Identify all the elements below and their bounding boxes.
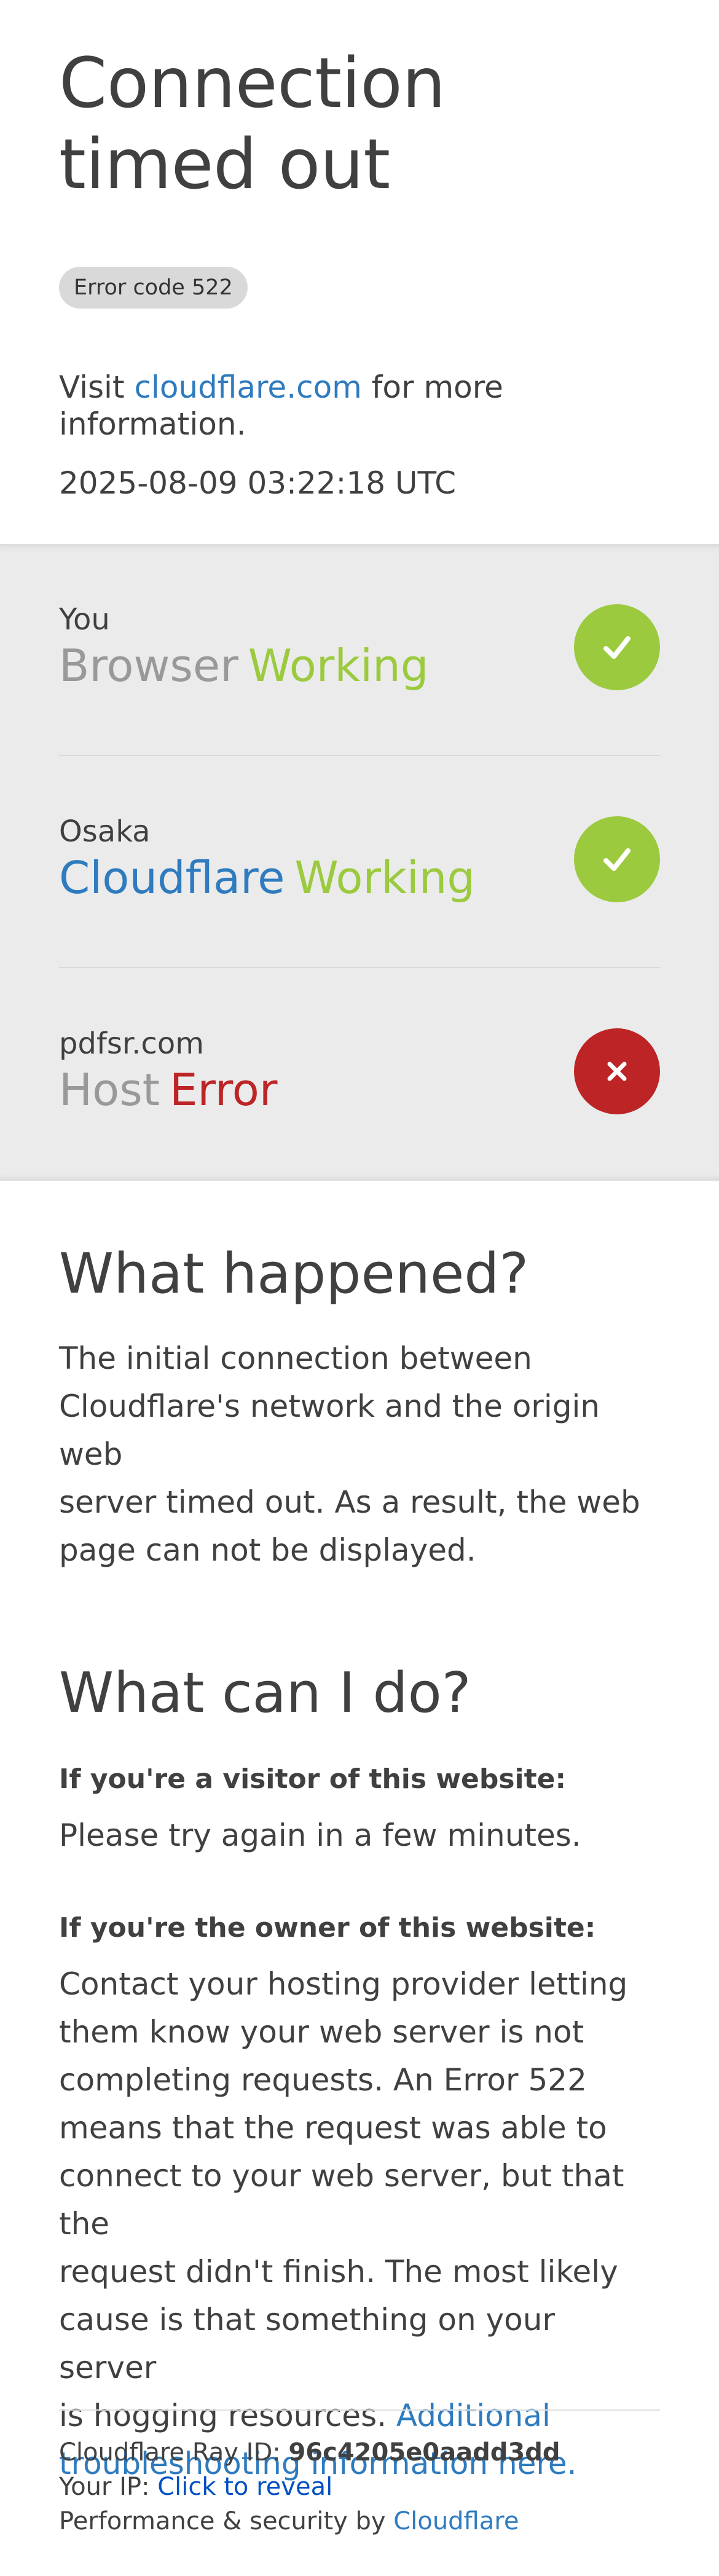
check-icon [574,604,660,690]
ray-id-label: Cloudflare Ray ID: [59,2438,289,2467]
ip-label: Your IP: [59,2473,158,2501]
owner-heading: If you're the owner of this website: [59,1912,596,1944]
main-content: What happened? The initial connection be… [0,1181,719,2487]
status-name: Host [59,1064,160,1116]
status-line: Host Error [59,1063,277,1116]
status-name: Cloudflare [59,852,285,904]
text-line: server timed out. As a result, the web [59,1484,640,1520]
footer: Cloudflare Ray ID: 96c4205e0aadd3dd Your… [59,2409,660,2539]
header-section: Connection timed out Error code 522 Visi… [0,0,719,544]
visitor-text: Please try again in a few minutes. [59,1818,581,1853]
text-line: connect to your web server, but that the [59,2158,624,2242]
text-line: page can not be displayed. [59,1532,476,1568]
status-band: You Browser Working Osaka Cloudflare Worki… [0,544,719,1181]
error-code-badge: Error code 522 [59,267,248,309]
text-line: request didn't finish. The most likely [59,2254,618,2290]
text-line: The initial connection between [59,1341,532,1376]
title-line-2: timed out [59,125,390,205]
status-location: Osaka [59,814,151,849]
reveal-ip-button[interactable]: Click to reveal [157,2473,332,2501]
visitor-heading: If you're a visitor of this website: [59,1763,567,1795]
performance-label: Performance & security by [59,2507,394,2535]
status-name: Browser [59,640,238,691]
text-line: them know your web server is not [59,2014,584,2050]
ray-id-row: Cloudflare Ray ID: 96c4205e0aadd3dd [59,2435,660,2470]
status-location: You [59,602,110,637]
status-state: Working [294,852,476,904]
page-title: Connection timed out [59,43,660,205]
visit-text: Visit cloudflare.com for more informatio… [59,369,660,443]
ip-row: Your IP: Click to reveal [59,2470,660,2504]
status-item-browser: You Browser Working [59,544,660,756]
x-icon [574,1028,660,1114]
what-can-i-do-heading: What can I do? [59,1661,471,1725]
status-state: Working [248,640,429,691]
visit-suffix-2: information. [59,406,246,442]
status-state: Error [169,1064,278,1116]
text-line: Contact your hosting provider letting [59,1966,628,2002]
cloudflare-footer-link[interactable]: Cloudflare [393,2507,519,2535]
status-line: Browser Working [59,639,428,692]
text-line: completing requests. An Error 522 [59,2062,587,2098]
what-happened-text: The initial connection between Cloudflar… [59,1334,660,1574]
status-line: Cloudflare Working [59,851,475,904]
text-line: means that the request was able to [59,2110,607,2146]
check-icon [574,816,660,902]
text-line: cause is that something on your server [59,2302,556,2385]
text-line: Cloudflare's network and the origin web [59,1388,600,1472]
visit-suffix: for more [361,369,503,405]
status-location: pdfsr.com [59,1026,204,1061]
status-item-cloudflare: Osaka Cloudflare Working [59,756,660,968]
status-item-host: pdfsr.com Host Error [59,968,660,1180]
timestamp: 2025-08-09 03:22:18 UTC [59,465,457,501]
owner-text: Contact your hosting provider letting th… [59,1960,660,2487]
title-line-1: Connection [59,44,446,124]
ray-id-value: 96c4205e0aadd3dd [288,2438,560,2467]
cloudflare-link[interactable]: cloudflare.com [134,369,361,405]
performance-row: Performance & security by Cloudflare [59,2504,660,2539]
visit-prefix: Visit [59,369,135,405]
what-happened-heading: What happened? [59,1242,529,1306]
